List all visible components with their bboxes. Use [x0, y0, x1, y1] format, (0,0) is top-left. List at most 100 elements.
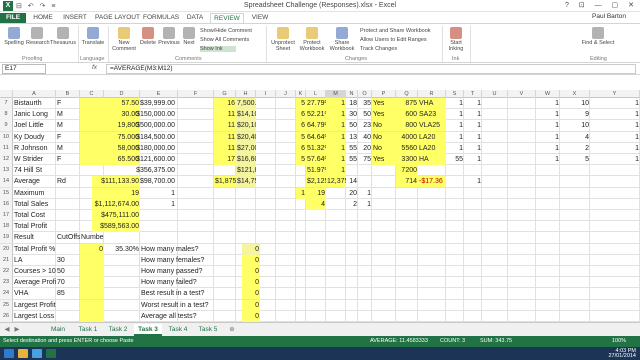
- start-button-icon[interactable]: [4, 349, 14, 358]
- cell-e9[interactable]: $500,000.00: [120, 120, 176, 131]
- cell-s19[interactable]: [446, 232, 464, 243]
- tab-review[interactable]: REVIEW: [210, 13, 244, 23]
- cell-g16[interactable]: [214, 199, 236, 210]
- cell-k25[interactable]: [296, 300, 306, 311]
- cell-x18[interactable]: [560, 221, 590, 232]
- cell-h17[interactable]: [236, 210, 256, 221]
- cell-p23[interactable]: [372, 277, 396, 288]
- cell-c19[interactable]: Number: [80, 232, 104, 243]
- cell-r7[interactable]: VHA: [418, 98, 446, 109]
- cell-n15[interactable]: 20: [346, 188, 358, 199]
- cell-e22[interactable]: How many passed?: [140, 266, 210, 277]
- cell-a26[interactable]: Largest Loss: [13, 311, 56, 322]
- row-header[interactable]: 16: [0, 198, 13, 210]
- user-name[interactable]: Paul Barton: [592, 13, 626, 20]
- row-header[interactable]: 14: [0, 176, 13, 188]
- tab-page-layout[interactable]: PAGE LAYOUT: [95, 13, 140, 23]
- cell-l21[interactable]: [306, 255, 326, 266]
- cell-x26[interactable]: [560, 311, 590, 322]
- column-header-k[interactable]: K: [296, 90, 306, 98]
- column-header-s[interactable]: S: [446, 90, 464, 98]
- cell-k9[interactable]: 6: [296, 120, 306, 132]
- cell-y12[interactable]: 1: [590, 154, 640, 165]
- cell-w9[interactable]: 1: [536, 120, 560, 131]
- cell-h22[interactable]: 0: [242, 266, 260, 277]
- cell-w7[interactable]: 1: [536, 98, 560, 109]
- cell-w13[interactable]: [536, 165, 560, 176]
- cell-w17[interactable]: [536, 210, 560, 221]
- cell-n24[interactable]: [346, 288, 358, 299]
- cell-a16[interactable]: Total Sales: [13, 199, 56, 210]
- cell-b22[interactable]: 50: [56, 266, 80, 277]
- cell-s11[interactable]: 1: [446, 143, 464, 154]
- cell-s18[interactable]: [446, 221, 464, 232]
- cell-l8[interactable]: 52.21%: [306, 109, 326, 121]
- cell-m10[interactable]: 1: [326, 131, 346, 143]
- cell-q16[interactable]: [396, 199, 418, 210]
- cell-s9[interactable]: 1: [446, 120, 464, 131]
- cell-k26[interactable]: [296, 311, 306, 322]
- name-box[interactable]: E17: [2, 64, 46, 74]
- cell-b26[interactable]: [56, 311, 80, 322]
- column-header-f[interactable]: F: [178, 90, 214, 98]
- cell-o9[interactable]: 23: [358, 120, 372, 131]
- cell-n13[interactable]: [346, 165, 358, 176]
- cell-q17[interactable]: [396, 210, 418, 221]
- cell-n26[interactable]: [346, 311, 358, 322]
- row-header[interactable]: 20: [0, 243, 13, 255]
- cell-o7[interactable]: 35: [358, 98, 372, 109]
- show-all-comments-button[interactable]: Show All Comments: [200, 37, 260, 43]
- cell-n18[interactable]: [346, 221, 358, 232]
- column-header-j[interactable]: J: [276, 90, 296, 98]
- cell-n9[interactable]: 50: [346, 120, 358, 131]
- cell-x7[interactable]: 10: [560, 98, 590, 109]
- cell-g15[interactable]: [214, 188, 236, 199]
- cell-q18[interactable]: [396, 221, 418, 232]
- cell-y24[interactable]: [590, 288, 640, 299]
- cell-y8[interactable]: 1: [590, 109, 640, 120]
- cell-q26[interactable]: [396, 311, 418, 322]
- cell-t15[interactable]: [464, 188, 482, 199]
- column-header-b[interactable]: B: [56, 90, 80, 98]
- cell-y13[interactable]: [590, 165, 640, 176]
- cell-m15[interactable]: [326, 188, 346, 199]
- cell-t18[interactable]: [464, 221, 482, 232]
- column-header-v[interactable]: V: [508, 90, 536, 98]
- cell-w23[interactable]: [536, 277, 560, 288]
- cell-q10[interactable]: 4000: [396, 131, 418, 143]
- column-header-g[interactable]: G: [214, 90, 236, 98]
- cell-y23[interactable]: [590, 277, 640, 288]
- cell-l25[interactable]: [306, 300, 326, 311]
- column-header-t[interactable]: T: [464, 90, 482, 98]
- cell-s26[interactable]: [446, 311, 464, 322]
- tab-data[interactable]: DATA: [183, 13, 207, 23]
- cell-l23[interactable]: [306, 277, 326, 288]
- cell-x16[interactable]: [560, 199, 590, 210]
- cell-e26[interactable]: Average all tests?: [140, 311, 210, 322]
- column-header-m[interactable]: M: [326, 90, 346, 98]
- cell-r13[interactable]: [418, 165, 446, 176]
- cell-b8[interactable]: M: [56, 109, 80, 120]
- sheet-tab-task-2[interactable]: Task 2: [104, 324, 132, 336]
- cell-a22[interactable]: Courses > 1000m: [13, 266, 56, 277]
- cell-p26[interactable]: [372, 311, 396, 322]
- cell-m8[interactable]: 1: [326, 109, 346, 121]
- cell-q7[interactable]: 875: [396, 98, 418, 109]
- cell-q9[interactable]: 800: [396, 120, 418, 132]
- cell-k15[interactable]: 1: [296, 187, 306, 199]
- cell-h12[interactable]: $16,600.00: [236, 154, 256, 165]
- cell-t19[interactable]: [464, 232, 482, 243]
- cell-h25[interactable]: 0: [242, 299, 260, 311]
- cell-p11[interactable]: No: [372, 142, 396, 154]
- cell-a12[interactable]: W Strider: [13, 154, 56, 165]
- cell-h13[interactable]: $121,875.00: [236, 165, 256, 177]
- cell-h9[interactable]: $20,100.00: [236, 120, 256, 132]
- row-header[interactable]: 8: [0, 109, 13, 121]
- cell-r16[interactable]: [418, 199, 446, 210]
- cell-b20[interactable]: [56, 244, 80, 255]
- cell-p24[interactable]: [372, 288, 396, 299]
- cell-t8[interactable]: 1: [464, 109, 482, 120]
- cell-o15[interactable]: 1: [358, 188, 372, 199]
- cell-w15[interactable]: [536, 188, 560, 199]
- cell-y10[interactable]: 1: [590, 132, 640, 143]
